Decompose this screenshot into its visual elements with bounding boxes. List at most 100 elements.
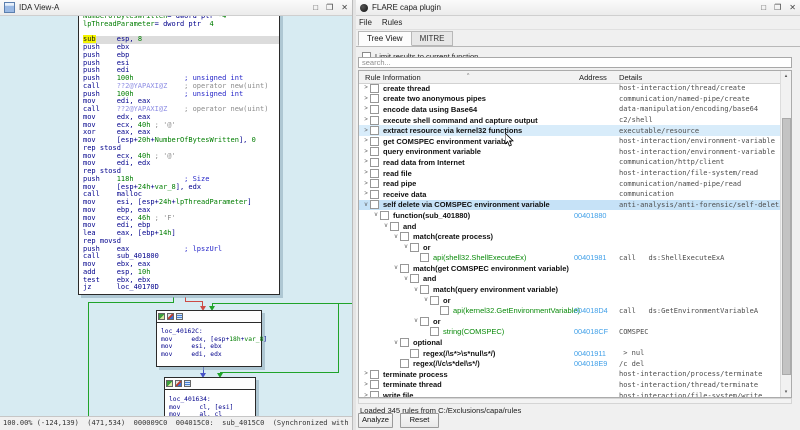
rule-row[interactable]: v and xyxy=(359,274,780,285)
rule-row[interactable]: api(kernel32.GetEnvironmentVariable) 0040… xyxy=(359,305,780,316)
close-icon[interactable]: ✕ xyxy=(789,3,796,12)
rule-checkbox[interactable] xyxy=(370,168,379,178)
graph-node-icon[interactable] xyxy=(166,380,173,387)
reset-button[interactable]: Reset xyxy=(400,413,439,428)
rule-row[interactable]: > create two anonymous pipes communication… xyxy=(359,94,780,105)
rule-row[interactable]: v or xyxy=(359,316,780,327)
tab-tree-view[interactable]: Tree View xyxy=(358,31,412,46)
rule-row[interactable]: > write file host-interaction/file-system/… xyxy=(359,390,780,397)
chevron-right-icon[interactable]: > xyxy=(362,382,370,388)
rule-checkbox[interactable] xyxy=(370,104,379,114)
rule-checkbox[interactable] xyxy=(370,200,379,210)
chevron-right-icon[interactable]: > xyxy=(362,128,370,134)
rule-row[interactable]: > create thread host-interaction/thread/cr… xyxy=(359,83,780,94)
chevron-right-icon[interactable]: > xyxy=(362,393,370,397)
float-icon[interactable]: ❐ xyxy=(774,3,781,12)
rule-row[interactable]: v optional xyxy=(359,337,780,348)
chevron-down-icon[interactable]: v xyxy=(392,234,400,240)
scroll-up-icon[interactable]: ▴ xyxy=(781,71,791,81)
chevron-down-icon[interactable]: v xyxy=(382,223,390,229)
rule-row[interactable]: api(shell32.ShellExecuteEx) 00401981 call … xyxy=(359,253,780,264)
rule-row[interactable]: v match(create process) xyxy=(359,231,780,242)
rule-row[interactable]: v function(sub_401880) 00401880 xyxy=(359,210,780,221)
rule-address[interactable]: 00401880 xyxy=(574,211,606,220)
rule-row[interactable]: regex(/\s*>\s*nul\s*/) 00401911 > nul xyxy=(359,348,780,359)
rule-row[interactable]: string(COMSPEC) 004018CF COMSPEC xyxy=(359,327,780,338)
chevron-right-icon[interactable]: > xyxy=(362,371,370,377)
rule-checkbox[interactable] xyxy=(410,348,419,358)
color-node-icon[interactable] xyxy=(167,313,174,320)
chevron-right-icon[interactable]: > xyxy=(362,85,370,91)
rule-checkbox[interactable] xyxy=(400,359,409,369)
asm-line[interactable]: loc_40162C: xyxy=(161,328,261,336)
rule-checkbox[interactable] xyxy=(370,115,379,125)
asm-line[interactable]: mov edx, [esp+18h+var_8] xyxy=(161,336,267,344)
graph-view[interactable]: NumberOfBytesWritten= dword ptr -4 lpThre… xyxy=(0,16,352,417)
rule-checkbox[interactable] xyxy=(400,263,409,273)
rule-row[interactable]: > encode data using Base64 data-manipulati… xyxy=(359,104,780,115)
menu-rules[interactable]: Rules xyxy=(382,18,402,27)
maximize-icon[interactable]: □ xyxy=(313,3,318,12)
chevron-down-icon[interactable]: v xyxy=(392,340,400,346)
rule-row[interactable]: > read data from Internet communication/ht… xyxy=(359,157,780,168)
asm-line[interactable]: mov esi, ebx xyxy=(161,343,261,351)
rule-address[interactable]: 00401981 xyxy=(574,253,606,262)
text-node-icon[interactable] xyxy=(184,380,191,387)
rule-row[interactable]: > receive data communication xyxy=(359,189,780,200)
close-icon[interactable]: ✕ xyxy=(341,3,348,12)
rule-row[interactable]: > terminate thread host-interaction/thread… xyxy=(359,380,780,391)
rule-checkbox[interactable] xyxy=(370,189,379,199)
chevron-right-icon[interactable]: > xyxy=(362,170,370,176)
chevron-down-icon[interactable]: v xyxy=(362,202,370,208)
chevron-right-icon[interactable]: > xyxy=(362,117,370,123)
column-details[interactable]: Details xyxy=(619,73,642,82)
chevron-right-icon[interactable]: > xyxy=(362,159,370,165)
chevron-down-icon[interactable]: v xyxy=(422,297,430,303)
rule-checkbox[interactable] xyxy=(440,306,449,316)
rule-row[interactable]: > extract resource via kernel32 functions… xyxy=(359,125,780,136)
color-node-icon[interactable] xyxy=(175,380,182,387)
chevron-down-icon[interactable]: v xyxy=(402,276,410,282)
rule-row[interactable]: regex(/\/c\s*del\s*/) 004018E9/c del xyxy=(359,358,780,369)
basic-block-main[interactable]: NumberOfBytesWritten= dword ptr -4 lpThre… xyxy=(78,16,280,295)
rule-row[interactable]: v match(query environment variable) xyxy=(359,284,780,295)
rule-row[interactable]: > read pipe communication/named-pipe/read xyxy=(359,178,780,189)
rule-checkbox[interactable] xyxy=(400,338,409,348)
rule-row[interactable]: v match(get COMSPEC environment variable) xyxy=(359,263,780,274)
float-icon[interactable]: ❐ xyxy=(326,3,333,12)
column-rule-information[interactable]: Rule Information xyxy=(365,73,421,82)
rule-row[interactable]: v self delete via COMSPEC environment var… xyxy=(359,199,780,211)
text-node-icon[interactable] xyxy=(176,313,183,320)
rule-checkbox[interactable] xyxy=(410,274,419,284)
chevron-right-icon[interactable]: > xyxy=(362,138,370,144)
rule-row[interactable]: v and xyxy=(359,221,780,232)
chevron-down-icon[interactable]: v xyxy=(412,318,420,324)
rule-checkbox[interactable] xyxy=(370,179,379,189)
asm-line[interactable]: mov cl, [esi] xyxy=(169,404,255,412)
rule-checkbox[interactable] xyxy=(400,232,409,242)
rule-address[interactable]: 004018E9 xyxy=(574,359,607,368)
asm-line[interactable]: lpThreadParameter= dword ptr 4 xyxy=(83,20,279,29)
rule-checkbox[interactable] xyxy=(430,327,439,337)
basic-block-40162c[interactable]: loc_40162C: mov edx, [esp+18h+var_8] mov e… xyxy=(156,310,267,368)
chevron-down-icon[interactable]: v xyxy=(402,244,410,250)
tab-mitre[interactable]: MITRE xyxy=(410,31,454,46)
rule-row[interactable]: > query environment variable host-interact… xyxy=(359,147,780,158)
chevron-right-icon[interactable]: > xyxy=(362,191,370,197)
analyze-button[interactable]: Analyze xyxy=(358,413,393,428)
chevron-right-icon[interactable]: > xyxy=(362,149,370,155)
rule-row[interactable]: v or xyxy=(359,295,780,306)
rule-address[interactable]: 004018CF xyxy=(574,327,608,336)
rule-checkbox[interactable] xyxy=(370,94,379,104)
rule-checkbox[interactable] xyxy=(370,369,379,379)
scrollbar-thumb[interactable] xyxy=(782,118,791,375)
rule-checkbox[interactable] xyxy=(370,391,379,397)
rule-checkbox[interactable] xyxy=(410,242,419,252)
rule-checkbox[interactable] xyxy=(370,380,379,390)
maximize-icon[interactable]: □ xyxy=(761,3,766,12)
rule-checkbox[interactable] xyxy=(370,83,379,93)
rule-address[interactable]: 00401911 xyxy=(574,349,606,358)
rule-checkbox[interactable] xyxy=(420,316,429,326)
rule-address[interactable]: 004018D4 xyxy=(574,306,608,315)
rule-row[interactable]: > get COMSPEC environment variable host-in… xyxy=(359,136,780,147)
